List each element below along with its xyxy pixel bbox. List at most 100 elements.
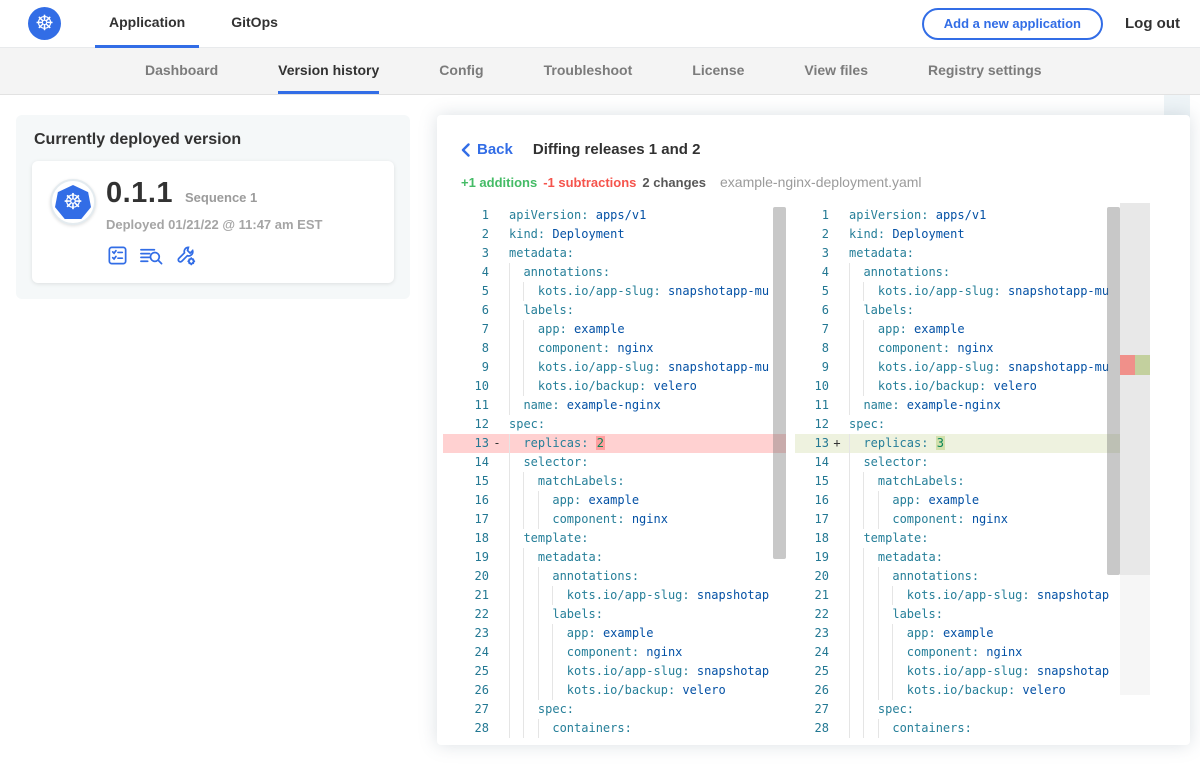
code-line: 17component: nginx <box>443 510 786 529</box>
edit-config-icon[interactable] <box>174 244 198 267</box>
line-number: 20 <box>443 567 489 586</box>
tab-registry-settings[interactable]: Registry settings <box>928 48 1042 94</box>
code-cell: kots.io/app-slug: snapshotapp-mu <box>845 358 1120 377</box>
additions-count: +1 additions <box>461 175 537 190</box>
indent-guide <box>509 377 510 396</box>
code-cell: spec: <box>505 700 786 719</box>
indent-guide <box>878 567 879 586</box>
line-number: 27 <box>795 700 829 719</box>
indent-guide <box>509 681 510 700</box>
code-cell: app: example <box>505 491 786 510</box>
indent-guide <box>863 282 864 301</box>
diff-marker <box>489 206 505 225</box>
indent-guide <box>509 358 510 377</box>
diff-marker <box>489 320 505 339</box>
line-number: 17 <box>443 510 489 529</box>
diff-marker <box>829 225 845 244</box>
tab-config[interactable]: Config <box>439 48 483 94</box>
indent-guide <box>523 510 524 529</box>
diff-marker <box>489 225 505 244</box>
line-number: 1 <box>443 206 489 225</box>
code-line: 8component: nginx <box>443 339 786 358</box>
subtractions-count: -1 subtractions <box>543 175 636 190</box>
line-number: 12 <box>443 415 489 434</box>
indent-guide <box>849 320 850 339</box>
line-number: 8 <box>795 339 829 358</box>
app-logo: ☸ <box>50 179 96 225</box>
indent-guide <box>552 624 553 643</box>
indent-guide <box>509 643 510 662</box>
line-number: 15 <box>443 472 489 491</box>
indent-guide <box>538 719 539 738</box>
top-nav-tabs: Application GitOps <box>95 0 310 48</box>
code-cell: kots.io/app-slug: snapshotapp-mu <box>845 282 1120 301</box>
indent-guide <box>849 605 850 624</box>
code-line: 13-replicas: 2 <box>443 434 786 453</box>
tab-dashboard[interactable]: Dashboard <box>145 48 218 94</box>
indent-guide <box>863 700 864 719</box>
code-cell: annotations: <box>845 263 1120 282</box>
indent-guide <box>523 605 524 624</box>
indent-guide <box>849 491 850 510</box>
code-cell: kots.io/backup: velero <box>505 681 786 700</box>
indent-guide <box>849 567 850 586</box>
code-line: 23app: example <box>795 624 1120 643</box>
code-cell: kind: Deployment <box>845 225 1120 244</box>
indent-guide <box>878 681 879 700</box>
line-number: 1 <box>795 206 829 225</box>
code-cell: component: nginx <box>845 339 1120 358</box>
add-new-application-button[interactable]: Add a new application <box>922 8 1103 40</box>
code-line: 2kind: Deployment <box>443 225 786 244</box>
logout-link[interactable]: Log out <box>1125 15 1184 32</box>
deployed-version-tile: ☸ 0.1.1 Sequence 1 Deployed 01/21/22 @ 1… <box>32 161 394 283</box>
indent-guide <box>523 320 524 339</box>
diff-marker <box>489 415 505 434</box>
tab-application[interactable]: Application <box>95 0 199 48</box>
code-cell: spec: <box>845 415 1120 434</box>
code-cell: annotations: <box>505 263 786 282</box>
code-cell: component: nginx <box>505 643 786 662</box>
indent-guide <box>849 301 850 320</box>
tab-view-files[interactable]: View files <box>804 48 868 94</box>
ruler-added-marker <box>1135 355 1150 375</box>
line-number: 8 <box>443 339 489 358</box>
indent-guide <box>523 548 524 567</box>
indent-guide <box>892 643 893 662</box>
code-line: 28containers: <box>443 719 786 738</box>
indent-guide <box>523 491 524 510</box>
view-logs-icon[interactable] <box>138 244 165 267</box>
currently-deployed-card: Currently deployed version ☸ 0.1.1 Seque… <box>16 115 410 299</box>
code-line: 26kots.io/backup: velero <box>795 681 1120 700</box>
line-number: 13 <box>443 434 489 453</box>
tab-version-history[interactable]: Version history <box>278 48 379 94</box>
indent-guide <box>509 624 510 643</box>
diff-marker <box>829 491 845 510</box>
tab-license[interactable]: License <box>692 48 744 94</box>
line-number: 21 <box>443 586 489 605</box>
code-line: 21kots.io/app-slug: snapshotap <box>795 586 1120 605</box>
preflight-checklist-icon[interactable] <box>106 244 129 267</box>
line-number: 3 <box>443 244 489 263</box>
diff-marker <box>829 548 845 567</box>
back-link[interactable]: Back <box>461 141 513 158</box>
diff-marker <box>489 358 505 377</box>
line-number: 20 <box>795 567 829 586</box>
modified-scrollbar[interactable] <box>1107 207 1120 575</box>
diff-marker: - <box>489 434 505 453</box>
indent-guide <box>863 491 864 510</box>
tab-troubleshoot[interactable]: Troubleshoot <box>544 48 633 94</box>
code-cell: kots.io/app-slug: snapshotapp-mu <box>505 282 786 301</box>
line-number: 5 <box>443 282 489 301</box>
code-cell: apiVersion: apps/v1 <box>505 206 786 225</box>
indent-guide <box>849 529 850 548</box>
original-scrollbar[interactable] <box>773 207 786 559</box>
kubernetes-heptagon-icon: ☸ <box>55 185 91 219</box>
indent-guide <box>523 643 524 662</box>
code-cell: kots.io/app-slug: snapshotap <box>505 586 786 605</box>
line-number: 7 <box>443 320 489 339</box>
indent-guide <box>509 586 510 605</box>
indent-guide <box>552 662 553 681</box>
tab-gitops[interactable]: GitOps <box>217 0 292 48</box>
kubernetes-logo[interactable]: ☸ <box>28 7 61 40</box>
overview-ruler[interactable] <box>1120 203 1150 575</box>
